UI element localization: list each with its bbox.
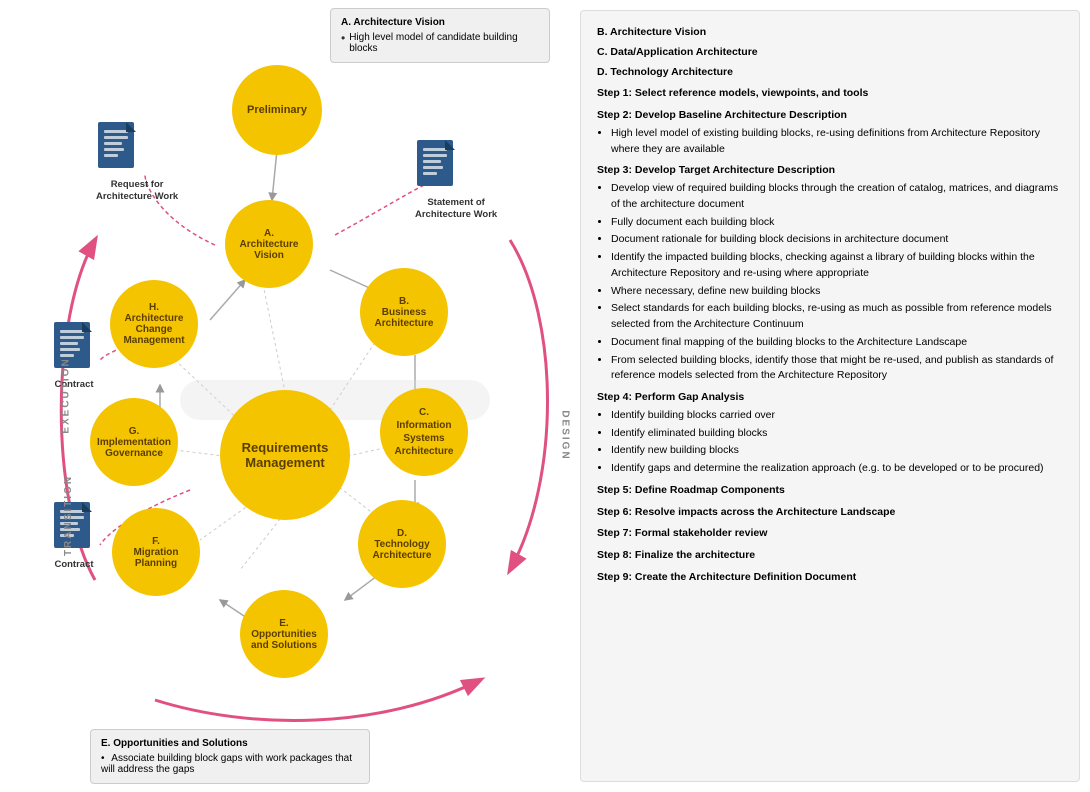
circle-a[interactable]: A. Architecture Vision — [225, 200, 313, 288]
step8: Step 8: Finalize the architecture — [597, 548, 1063, 564]
callout-top: A. Architecture Vision • High level mode… — [330, 8, 550, 63]
main-container: A. Architecture Vision • High level mode… — [0, 0, 1090, 792]
callout-bottom: E. Opportunities and Solutions • Associa… — [90, 729, 370, 784]
request-doc-icon — [96, 120, 140, 174]
circle-b[interactable]: B. Business Architecture — [360, 268, 448, 356]
contract-bottom-label: Contract — [52, 559, 96, 570]
step2-bullets: High level model of existing building bl… — [611, 126, 1063, 158]
step9: Step 9: Create the Architecture Definiti… — [597, 570, 1063, 586]
step3-bullets: Develop view of required building blocks… — [611, 181, 1063, 384]
execution-label: EXECUTION — [61, 357, 72, 433]
bullet-icon: • — [341, 32, 345, 44]
statement-label: Statement ofArchitecture Work — [415, 197, 497, 222]
step4: Step 4: Perform Gap Analysis — [597, 390, 1063, 406]
step1: Step 1: Select reference models, viewpoi… — [597, 86, 1063, 102]
bullet-icon-2: • — [101, 753, 105, 764]
statement-doc-icon — [415, 138, 459, 192]
circle-g[interactable]: G. Implementation Governance — [90, 398, 178, 486]
design-label: DESIGN — [560, 410, 571, 460]
diagram-area: A. Architecture Vision • High level mode… — [0, 0, 580, 792]
circle-center[interactable]: Requirements Management — [220, 390, 350, 520]
contract-top-label: Contract — [52, 379, 96, 390]
callout-top-item: • High level model of candidate building… — [341, 32, 539, 54]
info-line-d: D. Technology Architecture — [597, 65, 1063, 81]
callout-top-title: A. Architecture Vision — [341, 17, 539, 28]
step6: Step 6: Resolve impacts across the Archi… — [597, 505, 1063, 521]
circle-c[interactable]: C. Information Systems Architecture — [380, 388, 468, 476]
step2: Step 2: Develop Baseline Architecture De… — [597, 108, 1063, 124]
request-label: Request forArchitecture Work — [96, 179, 178, 204]
contract-top-doc: Contract — [52, 320, 96, 390]
circle-f[interactable]: F. Migration Planning — [112, 508, 200, 596]
step4-bullets: Identify building blocks carried over Id… — [611, 408, 1063, 477]
info-panel: B. Architecture Vision C. Data/Applicati… — [580, 10, 1080, 782]
callout-bottom-item: • Associate building block gaps with wor… — [101, 753, 359, 775]
step7: Step 7: Formal stakeholder review — [597, 526, 1063, 542]
callout-bottom-text: Associate building block gaps with work … — [101, 753, 352, 775]
circle-preliminary[interactable]: Preliminary — [232, 65, 322, 155]
info-line-c: C. Data/Application Architecture — [597, 45, 1063, 61]
circle-e[interactable]: E. Opportunities and Solutions — [240, 590, 328, 678]
transition-label: TRANSITION — [63, 475, 74, 556]
statement-doc: Statement ofArchitecture Work — [415, 138, 497, 222]
circle-d[interactable]: D. Technology Architecture — [358, 500, 446, 588]
step3: Step 3: Develop Target Architecture Desc… — [597, 163, 1063, 179]
callout-bottom-title: E. Opportunities and Solutions — [101, 738, 359, 749]
info-line-b: B. Architecture Vision — [597, 25, 1063, 41]
step5: Step 5: Define Roadmap Components — [597, 483, 1063, 499]
circle-h[interactable]: H. Architecture Change Management — [110, 280, 198, 368]
contract-top-icon — [52, 320, 96, 374]
request-doc: Request forArchitecture Work — [96, 120, 178, 204]
callout-top-text: High level model of candidate building b… — [349, 32, 539, 54]
